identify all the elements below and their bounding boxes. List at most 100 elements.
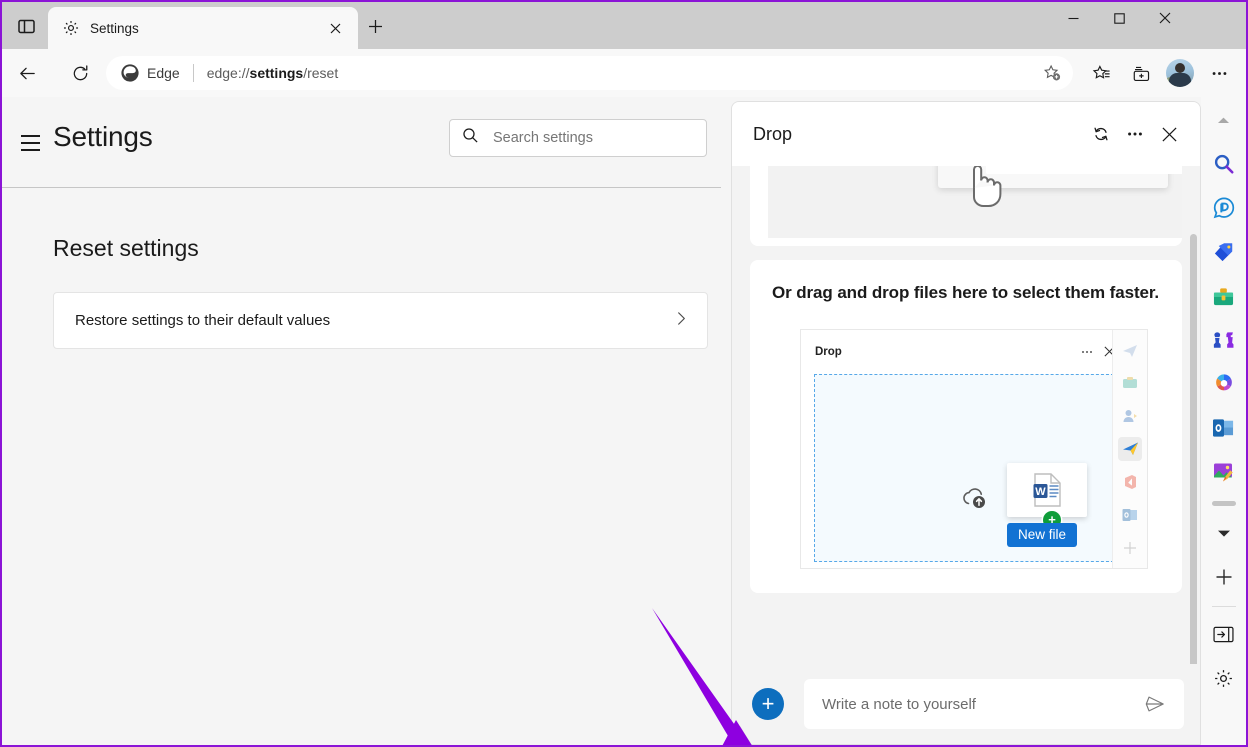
image-creator-icon — [1212, 461, 1236, 483]
settings-header: Settings Search settings — [2, 97, 721, 188]
title-bar: Settings — [2, 2, 1246, 49]
sidebar-item-search[interactable] — [1207, 147, 1241, 181]
tab-actions-icon[interactable] — [8, 10, 44, 42]
scroll-down-chevron-icon[interactable] — [1207, 516, 1241, 550]
star-plus-icon[interactable] — [1037, 58, 1067, 88]
drop-note-add-button[interactable]: + — [752, 688, 784, 720]
restore-defaults-label: Restore settings to their default values — [75, 312, 674, 329]
minimize-icon — [1068, 13, 1079, 24]
word-document-icon: W — [1031, 472, 1065, 508]
window-maximize-button[interactable] — [1096, 2, 1142, 34]
sync-icon[interactable] — [1084, 117, 1118, 151]
drop-message-card[interactable]: + — [750, 166, 1182, 246]
customize-add-icon[interactable] — [1207, 560, 1241, 594]
search-placeholder: Search settings — [493, 130, 593, 146]
drop-paper-plane-icon — [1118, 437, 1142, 461]
drop-panel-messages: + Or drag and — [732, 166, 1200, 682]
back-button[interactable] — [10, 56, 44, 90]
shopping-icon — [1118, 371, 1142, 395]
hand-cursor-icon — [960, 166, 1004, 213]
sidebar-item-microsoft365[interactable] — [1207, 367, 1241, 401]
tab-title: Settings — [90, 21, 322, 36]
sidebar-item-games[interactable] — [1207, 323, 1241, 357]
refresh-icon — [71, 64, 90, 83]
favorites-button[interactable] — [1084, 56, 1118, 90]
sidebar-item-outlook[interactable] — [1207, 411, 1241, 445]
settings-main: Reset settings Restore settings to their… — [2, 188, 721, 349]
note-input[interactable]: Write a note to yourself — [804, 679, 1184, 729]
reload-button[interactable] — [63, 56, 97, 90]
sidebar-item-tools[interactable] — [1207, 279, 1241, 313]
maximize-icon — [1114, 13, 1125, 24]
svg-text:W: W — [1035, 486, 1046, 498]
sidebar-divider — [1212, 606, 1236, 607]
contacts-icon — [1118, 404, 1142, 428]
note-placeholder: Write a note to yourself — [822, 696, 1138, 713]
shopping-tag-icon — [1212, 241, 1235, 264]
mini-screenshot-sidebar — [1112, 330, 1147, 569]
sidebar-item-copilot[interactable] — [1207, 191, 1241, 225]
browser-window: Settings — [0, 0, 1248, 747]
close-icon[interactable] — [1152, 117, 1186, 151]
scroll-up-chevron-icon[interactable] — [1207, 103, 1241, 137]
office-icon — [1118, 470, 1142, 494]
sidebar-scrollbar[interactable] — [1212, 501, 1236, 506]
page-content: Settings Search settings Reset settings … — [2, 97, 1246, 745]
drop-panel-scrollbar[interactable] — [1190, 234, 1197, 678]
close-icon[interactable] — [322, 15, 348, 41]
outlook-icon — [1118, 503, 1142, 527]
games-icon — [1212, 329, 1235, 352]
close-icon — [1159, 12, 1171, 24]
edge-brand-label: Edge — [147, 65, 180, 81]
ellipsis-icon — [1210, 64, 1229, 83]
collections-icon — [1132, 64, 1151, 83]
address-bar-divider — [193, 64, 194, 82]
drop-message-card[interactable]: Or drag and drop files here to select th… — [750, 260, 1182, 593]
split-pane-icon — [18, 18, 35, 35]
ellipsis-icon[interactable] — [1118, 117, 1152, 151]
screenshot-thumbnail: + — [768, 166, 1182, 238]
avatar-body — [1169, 73, 1191, 87]
edge-sidebar — [1201, 97, 1246, 745]
drop-panel: Drop — [731, 101, 1201, 745]
window-close-button[interactable] — [1142, 2, 1188, 34]
collapse-sidebar-icon[interactable] — [1207, 617, 1241, 651]
chevron-right-icon — [674, 311, 689, 331]
ellipsis-icon — [1076, 341, 1098, 363]
window-minimize-button[interactable] — [1050, 2, 1096, 34]
drop-panel-title: Drop — [753, 124, 1084, 145]
avatar-head — [1175, 63, 1185, 73]
page-title: Settings — [53, 121, 153, 153]
browser-toolbar: Edge edge://settings/reset — [2, 49, 1246, 97]
send-icon[interactable] — [1138, 687, 1172, 721]
address-bar[interactable]: Edge edge://settings/reset — [106, 56, 1073, 90]
search-input[interactable]: Search settings — [449, 119, 707, 157]
mini-screenshot: Drop — [800, 329, 1148, 569]
microsoft365-icon — [1212, 372, 1236, 396]
plus-icon — [368, 19, 383, 34]
hamburger-menu-icon[interactable] — [12, 125, 48, 161]
arrow-left-icon — [18, 64, 37, 83]
mini-screenshot-header: Drop — [801, 330, 1126, 374]
browser-settings-more-button[interactable] — [1202, 56, 1236, 90]
search-icon — [1213, 153, 1235, 175]
tab-settings[interactable]: Settings — [48, 7, 358, 49]
screenshot-input-field — [986, 166, 1182, 174]
outlook-icon — [1212, 418, 1235, 439]
drop-faded-icon — [1118, 338, 1142, 362]
collections-button[interactable] — [1124, 56, 1158, 90]
new-tab-button[interactable] — [360, 12, 390, 40]
edge-brand-badge: Edge — [120, 63, 180, 83]
drop-panel-composer: + Write a note to yourself — [732, 664, 1200, 744]
sidebar-item-shopping[interactable] — [1207, 235, 1241, 269]
address-bar-url: edge://settings/reset — [207, 65, 1037, 81]
sidebar-item-image-creator[interactable] — [1207, 455, 1241, 489]
restore-defaults-row[interactable]: Restore settings to their default values — [53, 292, 708, 349]
mini-drop-zone: W + New file — [814, 374, 1114, 562]
add-icon — [1118, 536, 1142, 560]
avatar[interactable] — [1166, 59, 1194, 87]
search-icon — [462, 127, 479, 149]
new-file-tooltip: New file — [1007, 523, 1077, 547]
drop-message-text: Or drag and drop files here to select th… — [772, 281, 1160, 306]
sidebar-settings-gear[interactable] — [1207, 661, 1241, 695]
